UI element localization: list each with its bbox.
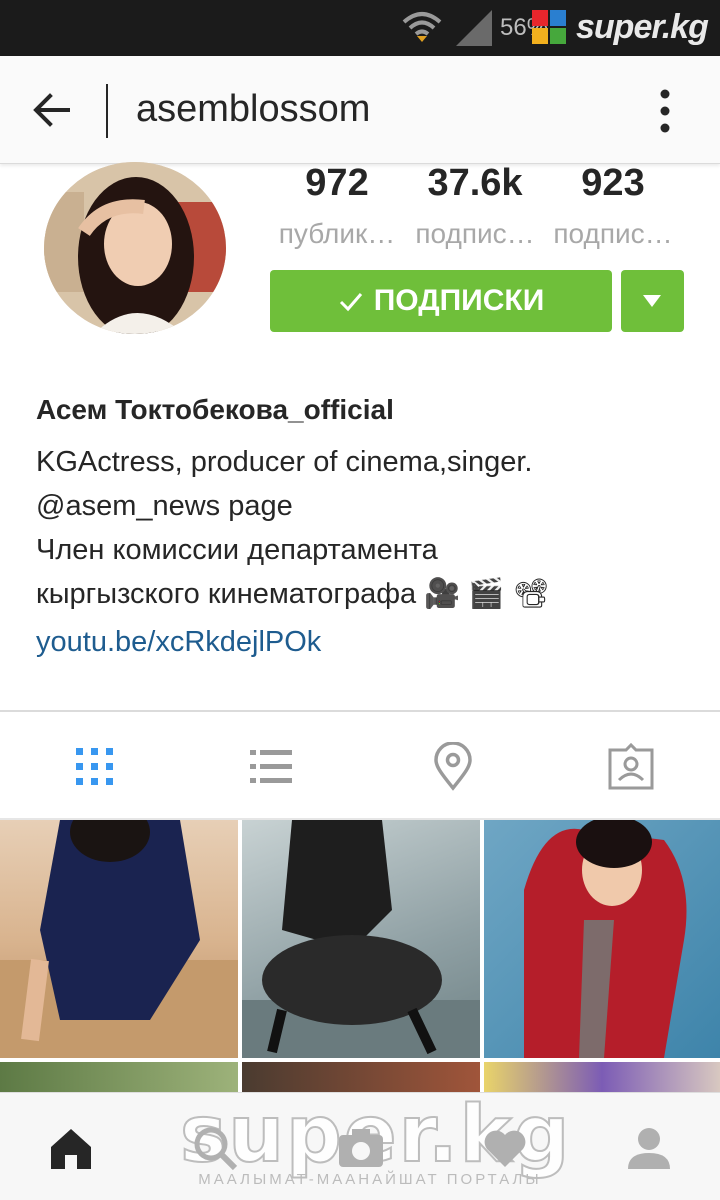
- more-options-icon[interactable]: [650, 88, 680, 134]
- tagged-person-icon[interactable]: [606, 742, 656, 792]
- post-thumbnail[interactable]: [242, 820, 480, 1058]
- caret-down-icon: [643, 295, 661, 307]
- heart-icon[interactable]: [480, 1123, 530, 1173]
- following-button-label: ПОДПИСКИ: [373, 284, 545, 317]
- list-icon[interactable]: [246, 742, 296, 792]
- bio-line[interactable]: @asem_news page: [36, 484, 696, 528]
- post-image: [242, 820, 480, 1058]
- home-icon[interactable]: [46, 1123, 96, 1173]
- post-image: [0, 820, 238, 1058]
- post-image: [524, 820, 687, 1058]
- checkmark-icon: [339, 293, 362, 312]
- stat-followers[interactable]: 37.6k подпис…: [410, 162, 540, 250]
- profile-bio: Асем Токтобекова_official KGActress, pro…: [36, 394, 696, 664]
- app-bar-divider: [106, 84, 108, 138]
- wifi-icon: [402, 12, 442, 42]
- section-divider: [0, 710, 720, 712]
- stat-following[interactable]: 923 подпис…: [548, 162, 678, 250]
- posts-count: 972: [305, 162, 369, 204]
- following-label: подпис…: [553, 218, 673, 249]
- display-name: Асем Токтобекова_official: [36, 394, 394, 425]
- followers-label: подпис…: [415, 218, 535, 249]
- following-count: 923: [581, 162, 645, 204]
- suggestions-dropdown-button[interactable]: [621, 270, 684, 332]
- bio-line: кыргызского кинематографа 🎥 🎬 📽: [36, 578, 550, 610]
- avatar-image: [44, 162, 226, 334]
- bio-line: Член комиссии департамента: [36, 534, 438, 566]
- posts-label: публик…: [278, 218, 396, 249]
- camera-icon[interactable]: [336, 1123, 386, 1173]
- location-pin-icon[interactable]: [428, 742, 478, 792]
- back-arrow-icon[interactable]: [28, 86, 76, 134]
- app-bar: asemblossom: [0, 56, 720, 164]
- followers-count: 37.6k: [427, 162, 523, 204]
- bottom-navigation: super.kg МААЛЫМАТ-МААНАЙШАТ ПОРТАЛЫ: [0, 1092, 720, 1200]
- post-thumbnail[interactable]: [484, 820, 720, 1058]
- super-kg-logo-icon: [532, 10, 566, 44]
- status-bar: 56% super.kg: [0, 0, 720, 56]
- profile-username: asemblossom: [136, 88, 371, 130]
- avatar[interactable]: [44, 162, 226, 334]
- stat-posts: 972 публик…: [272, 162, 402, 250]
- grid-icon[interactable]: [70, 742, 120, 792]
- search-icon[interactable]: [190, 1123, 240, 1173]
- signal-icon: [456, 10, 492, 46]
- following-button[interactable]: ПОДПИСКИ: [270, 270, 612, 332]
- profile-icon[interactable]: [624, 1123, 674, 1173]
- bio-line: KGActress, producer of cinema,singer.: [36, 446, 533, 478]
- bio-link[interactable]: youtu.be/xcRkdejlPOk: [36, 620, 696, 664]
- status-watermark: super.kg: [576, 8, 709, 46]
- post-thumbnail[interactable]: [0, 820, 238, 1058]
- watermark-tagline: МААЛЫМАТ-МААНАЙШАТ ПОРТАЛЫ: [198, 1171, 542, 1188]
